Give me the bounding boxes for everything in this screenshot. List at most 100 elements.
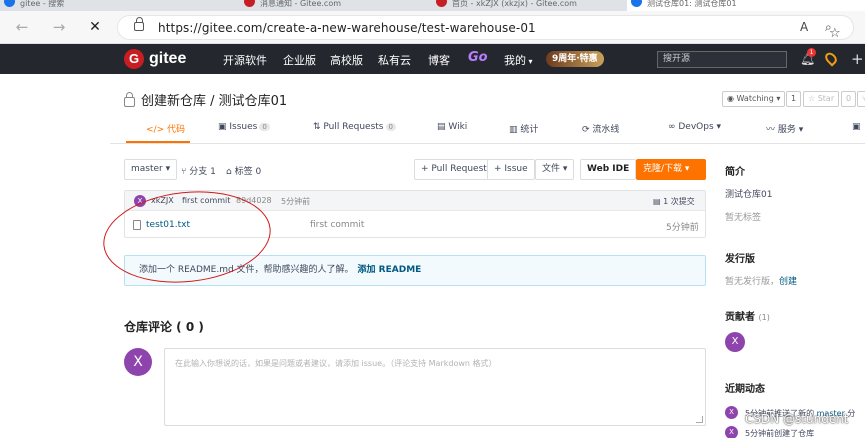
plus-icon[interactable]: + xyxy=(851,50,864,68)
stop-loading-icon[interactable]: ✕ xyxy=(84,17,106,37)
repo-title[interactable]: 创建新仓库 / 测试仓库01 xyxy=(141,90,287,109)
branch-select[interactable]: master ▾ xyxy=(124,159,178,180)
pull-request-button[interactable]: + Pull Request xyxy=(414,159,494,180)
page-title: 创建新仓库 / 测试仓库01 xyxy=(124,90,287,109)
nav-blog[interactable]: 博客 xyxy=(428,52,450,68)
readme-hint-text: 添加一个 README.md 文件，帮助感兴趣的人了解。 xyxy=(139,265,354,275)
eye-icon: ◉ xyxy=(727,94,737,103)
csdn-watermark: CSDN @stundent xyxy=(745,412,849,426)
nav-enterprise[interactable]: 企业版 xyxy=(283,52,316,68)
commit-hash[interactable]: 89d4028 xyxy=(236,196,272,205)
browser-tab[interactable]: 首页 - xkZJX (xkzjx) - Gitee.com xyxy=(432,0,622,11)
tab-wiki[interactable]: ▤ Wiki xyxy=(437,122,467,132)
issues-count-badge: 0 xyxy=(259,123,270,131)
location-pin-icon[interactable] xyxy=(822,50,840,67)
avatar[interactable]: X xyxy=(124,348,152,376)
pipeline-icon: ⟳ xyxy=(582,125,593,135)
services-icon: 〰 xyxy=(766,125,778,135)
fork-icon[interactable]: ⑂ xyxy=(857,91,865,107)
gitee-favicon-icon xyxy=(436,0,447,7)
gitee-logo-text: gitee xyxy=(149,50,187,67)
anniversary-banner[interactable]: 9周年·特惠 xyxy=(546,51,604,67)
pull-request-icon: ⇅ xyxy=(313,122,324,132)
url-text[interactable]: https://gitee.com/create-a-new-warehouse… xyxy=(158,21,536,35)
file-menu-button[interactable]: 文件 ▾ xyxy=(535,159,575,180)
repo-tabs: </> 代码 ▣ Issues 0 ⇅ Pull Requests 0 ▤ Wiki… xyxy=(110,114,865,144)
wiki-icon: ▤ xyxy=(437,122,449,132)
tab-pull-requests[interactable]: ⇅ Pull Requests 0 xyxy=(313,122,396,132)
gitee-logo[interactable]: G gitee xyxy=(124,49,186,69)
avatar[interactable]: X xyxy=(725,406,738,419)
issue-button[interactable]: + Issue xyxy=(487,159,535,180)
nav-mine[interactable]: 我的 xyxy=(504,52,533,68)
commit-time: 5分钟前 xyxy=(281,197,311,206)
back-icon[interactable]: ← xyxy=(11,17,33,37)
browser-tab[interactable]: gitee - 搜索 xyxy=(0,0,125,11)
read-aloud-icon[interactable]: A xyxy=(800,20,808,34)
contributors-count: (1) xyxy=(758,313,770,322)
url-bar[interactable]: https://gitee.com/create-a-new-warehouse… xyxy=(117,15,854,40)
file-list: X xkZJX first commit 89d4028 5分钟前 ▤ 1 次提… xyxy=(124,190,706,238)
tab-management-icon[interactable]: ▣ xyxy=(852,122,861,132)
avatar[interactable]: X xyxy=(725,426,738,438)
tab-issues[interactable]: ▣ Issues 0 xyxy=(218,122,270,132)
watch-button[interactable]: ◉ Watching ▾ xyxy=(722,91,786,107)
file-row[interactable]: test01.txt first commit 5分钟前 xyxy=(125,212,705,238)
commit-count-link[interactable]: ▤ 1 次提交 xyxy=(653,196,695,207)
browser-tab-active[interactable]: 测试仓库01: 测试仓库01 xyxy=(627,0,865,11)
favorite-icon[interactable]: ☆ xyxy=(829,26,841,41)
nav-go[interactable]: Go xyxy=(468,50,488,65)
tag-icon: ⌂ xyxy=(226,167,235,177)
search-input[interactable]: 搜开源 xyxy=(657,51,787,68)
tags-link[interactable]: ⌂ 标签 0 xyxy=(226,164,261,177)
commit-message[interactable]: first commit xyxy=(182,196,230,205)
star-count[interactable]: 0 xyxy=(841,91,857,107)
clone-download-button[interactable]: 克隆/下载 ▾ xyxy=(636,159,706,180)
tab-pipeline[interactable]: ⟳ 流水线 xyxy=(582,122,619,135)
tab-code[interactable]: </> 代码 xyxy=(146,122,185,135)
comment-placeholder: 在此输入你想说的话，如果是问题或者建议，请添加 issue。（评论支持 Mark… xyxy=(175,359,497,368)
tab-statistics[interactable]: ▥ 统计 xyxy=(509,122,538,135)
no-tags-text: 暂无标签 xyxy=(725,213,762,223)
release-heading: 发行版 xyxy=(725,254,755,265)
create-release-link[interactable]: 创建 xyxy=(779,277,797,287)
nav-private-cloud[interactable]: 私有云 xyxy=(378,52,411,68)
comment-textarea[interactable]: 在此输入你想说的话，如果是问题或者建议，请添加 issue。（评论支持 Mark… xyxy=(164,348,706,426)
intro-text: 测试仓库01 xyxy=(725,190,773,200)
nav-open-source[interactable]: 开源软件 xyxy=(223,52,267,68)
forward-icon[interactable]: → xyxy=(48,17,70,37)
latest-commit-row: X xkZJX first commit 89d4028 5分钟前 ▤ 1 次提… xyxy=(125,191,705,211)
issues-icon: ▣ xyxy=(218,122,230,132)
activity-heading: 近期动态 xyxy=(725,384,765,395)
file-name-link[interactable]: test01.txt xyxy=(146,220,190,230)
tab-services[interactable]: 〰 服务 ▾ xyxy=(766,122,803,135)
pr-count-badge: 0 xyxy=(385,123,396,131)
add-readme-link[interactable]: 添加 README xyxy=(358,265,422,275)
infinity-icon: ∞ xyxy=(668,122,679,132)
contributors-heading: 贡献者 (1) xyxy=(725,312,770,323)
star-button[interactable]: ☆ Star xyxy=(803,91,840,107)
search-favicon-icon xyxy=(4,0,15,7)
tab-devops[interactable]: ∞ DevOps ▾ xyxy=(668,122,721,132)
browser-tab[interactable]: 消息通知 - Gitee.com xyxy=(240,0,425,11)
notification-badge: 1 xyxy=(807,48,816,57)
file-commit-message[interactable]: first commit xyxy=(310,220,364,230)
intro-heading: 简介 xyxy=(725,167,745,178)
chart-icon: ▥ xyxy=(509,125,521,135)
watch-count[interactable]: 1 xyxy=(786,91,802,107)
site-header: G gitee 开源软件 企业版 高校版 私有云 博客 Go 我的 9周年·特惠… xyxy=(0,44,865,74)
commit-icon: ▤ xyxy=(653,197,664,206)
gitee-logo-icon: G xyxy=(124,49,144,69)
avatar[interactable]: X xyxy=(725,332,745,352)
resize-handle-icon[interactable] xyxy=(696,416,703,423)
bell-icon[interactable]: 🔔︎ 1 xyxy=(800,48,816,66)
avatar[interactable]: X xyxy=(134,195,146,207)
commit-author[interactable]: xkZJX xyxy=(151,196,174,205)
nav-education[interactable]: 高校版 xyxy=(330,52,363,68)
gitee-favicon-icon xyxy=(244,0,255,7)
file-time: 5分钟前 xyxy=(666,223,699,233)
branches-link[interactable]: ⑂ 分支 1 xyxy=(181,164,216,177)
web-ide-button[interactable]: Web IDE xyxy=(580,159,637,180)
add-readme-banner: 添加一个 README.md 文件，帮助感兴趣的人了解。 添加 README xyxy=(124,255,706,286)
lock-icon xyxy=(124,91,135,107)
